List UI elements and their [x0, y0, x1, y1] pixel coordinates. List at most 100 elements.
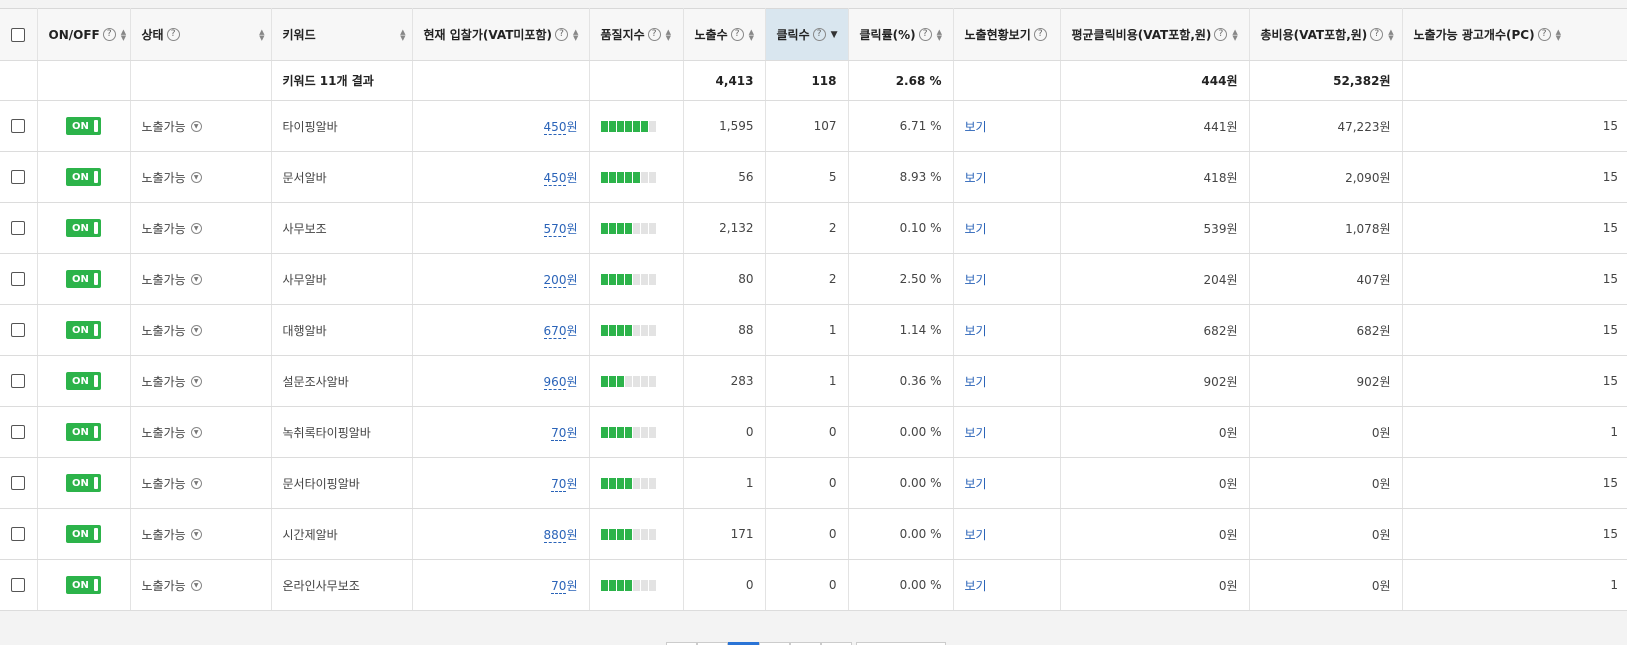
chevron-down-icon[interactable]: ▼ [190, 477, 202, 489]
row-select-cell[interactable] [0, 457, 38, 509]
row-checkbox[interactable] [11, 221, 26, 236]
chevron-down-icon[interactable]: ▼ [190, 426, 202, 438]
status-dropdown[interactable]: 노출가능 ▼ [142, 577, 202, 594]
header-avg-cpc[interactable]: 평균클릭비용(VAT포함,원)? ▲ ▼ [1060, 8, 1250, 61]
help-icon[interactable]: ? [554, 28, 568, 41]
status-dropdown[interactable]: 노출가능 ▼ [142, 118, 202, 135]
row-checkbox[interactable] [11, 170, 26, 185]
chevron-down-icon[interactable]: ▼ [190, 171, 202, 183]
sort-icon[interactable]: ▲ ▼ [1388, 28, 1393, 41]
row-select-cell[interactable] [0, 355, 38, 407]
on-toggle[interactable]: ON [66, 168, 101, 186]
view-link[interactable]: 보기 [965, 528, 987, 542]
chevron-down-icon[interactable]: ▼ [190, 120, 202, 132]
view-link[interactable]: 보기 [965, 477, 987, 491]
chevron-down-icon[interactable]: ▼ [190, 528, 202, 540]
help-icon[interactable]: ? [166, 28, 180, 41]
bid-edit-link[interactable]: 450원 [543, 170, 578, 186]
header-status[interactable]: 상태? ▲ ▼ [130, 8, 272, 61]
on-toggle[interactable]: ON [66, 321, 101, 339]
bid-value[interactable]: 200 [543, 272, 567, 288]
row-select-cell[interactable] [0, 559, 38, 611]
status-dropdown[interactable]: 노출가능 ▼ [142, 373, 202, 390]
help-icon[interactable]: ? [1033, 28, 1047, 41]
on-toggle[interactable]: ON [66, 219, 101, 237]
sort-icon[interactable]: ▲ ▼ [400, 28, 405, 41]
on-toggle[interactable]: ON [66, 270, 101, 288]
row-select-cell[interactable] [0, 253, 38, 305]
status-dropdown[interactable]: 노출가능 ▼ [142, 271, 202, 288]
on-toggle[interactable]: ON [66, 576, 101, 594]
bid-value[interactable]: 70 [551, 425, 567, 441]
view-link[interactable]: 보기 [965, 426, 987, 440]
row-select-cell[interactable] [0, 151, 38, 203]
bid-edit-link[interactable]: 670원 [543, 323, 578, 339]
bid-value[interactable]: 70 [551, 476, 567, 492]
view-link[interactable]: 보기 [965, 120, 987, 134]
on-toggle[interactable]: ON [66, 372, 101, 390]
on-toggle[interactable]: ON [66, 117, 101, 135]
row-checkbox[interactable] [11, 374, 26, 389]
view-link[interactable]: 보기 [965, 579, 987, 593]
row-select-cell[interactable] [0, 100, 38, 152]
status-dropdown[interactable]: 노출가능 ▼ [142, 475, 202, 492]
select-all-checkbox[interactable] [11, 27, 26, 42]
bid-edit-link[interactable]: 70원 [551, 476, 578, 492]
on-toggle[interactable]: ON [66, 525, 101, 543]
help-icon[interactable]: ? [812, 28, 826, 41]
row-select-cell[interactable] [0, 304, 38, 356]
row-select-cell[interactable] [0, 508, 38, 560]
bid-value[interactable]: 880 [543, 527, 567, 543]
chevron-down-icon[interactable]: ▼ [190, 579, 202, 591]
bid-edit-link[interactable]: 960원 [543, 374, 578, 390]
sort-descending-icon[interactable]: ▼ [831, 30, 838, 40]
bid-value[interactable]: 450 [543, 119, 567, 135]
sort-icon[interactable]: ▲ ▼ [121, 28, 126, 41]
on-toggle[interactable]: ON [66, 474, 101, 492]
row-select-cell[interactable] [0, 406, 38, 458]
row-select-cell[interactable] [0, 202, 38, 254]
help-icon[interactable]: ? [647, 28, 661, 41]
sort-icon[interactable]: ▲ ▼ [666, 28, 671, 41]
row-checkbox[interactable] [11, 119, 26, 134]
help-icon[interactable]: ? [730, 28, 744, 41]
bid-edit-link[interactable]: 450원 [543, 119, 578, 135]
status-dropdown[interactable]: 노출가능 ▼ [142, 169, 202, 186]
status-dropdown[interactable]: 노출가능 ▼ [142, 526, 202, 543]
bid-edit-link[interactable]: 200원 [543, 272, 578, 288]
on-toggle[interactable]: ON [66, 423, 101, 441]
header-ad-count[interactable]: 노출가능 광고개수(PC)? ▲ ▼ [1402, 8, 1627, 61]
help-icon[interactable]: ? [918, 28, 932, 41]
bid-value[interactable]: 670 [543, 323, 567, 339]
bid-edit-link[interactable]: 70원 [551, 425, 578, 441]
bid-value[interactable]: 570 [543, 221, 567, 237]
chevron-down-icon[interactable]: ▼ [190, 222, 202, 234]
status-dropdown[interactable]: 노출가능 ▼ [142, 322, 202, 339]
view-link[interactable]: 보기 [965, 375, 987, 389]
bid-value[interactable]: 450 [543, 170, 567, 186]
header-quality[interactable]: 품질지수? ▲ ▼ [589, 8, 684, 61]
bid-edit-link[interactable]: 880원 [543, 527, 578, 543]
row-checkbox[interactable] [11, 476, 26, 491]
view-link[interactable]: 보기 [965, 324, 987, 338]
header-exposure-view[interactable]: 노출현황보기? [953, 8, 1061, 61]
header-keyword[interactable]: 키워드 ▲ ▼ [271, 8, 413, 61]
sort-icon[interactable]: ▲ ▼ [573, 28, 578, 41]
chevron-down-icon[interactable]: ▼ [190, 375, 202, 387]
help-icon[interactable]: ? [1370, 28, 1384, 41]
view-link[interactable]: 보기 [965, 171, 987, 185]
bid-value[interactable]: 70 [551, 578, 567, 594]
header-ctr[interactable]: 클릭률(%)? ▲ ▼ [848, 8, 954, 61]
chevron-down-icon[interactable]: ▼ [190, 273, 202, 285]
row-checkbox[interactable] [11, 272, 26, 287]
bid-value[interactable]: 960 [543, 374, 567, 390]
help-icon[interactable]: ? [1214, 28, 1228, 41]
row-checkbox[interactable] [11, 527, 26, 542]
header-select-all[interactable] [0, 8, 38, 61]
sort-icon[interactable]: ▲ ▼ [1232, 28, 1237, 41]
bid-edit-link[interactable]: 570원 [543, 221, 578, 237]
status-dropdown[interactable]: 노출가능 ▼ [142, 220, 202, 237]
header-total-cost[interactable]: 총비용(VAT포함,원)? ▲ ▼ [1249, 8, 1403, 61]
header-clicks[interactable]: 클릭수? ▼ [765, 8, 849, 61]
header-onoff[interactable]: ON/OFF? ▲ ▼ [37, 8, 131, 61]
